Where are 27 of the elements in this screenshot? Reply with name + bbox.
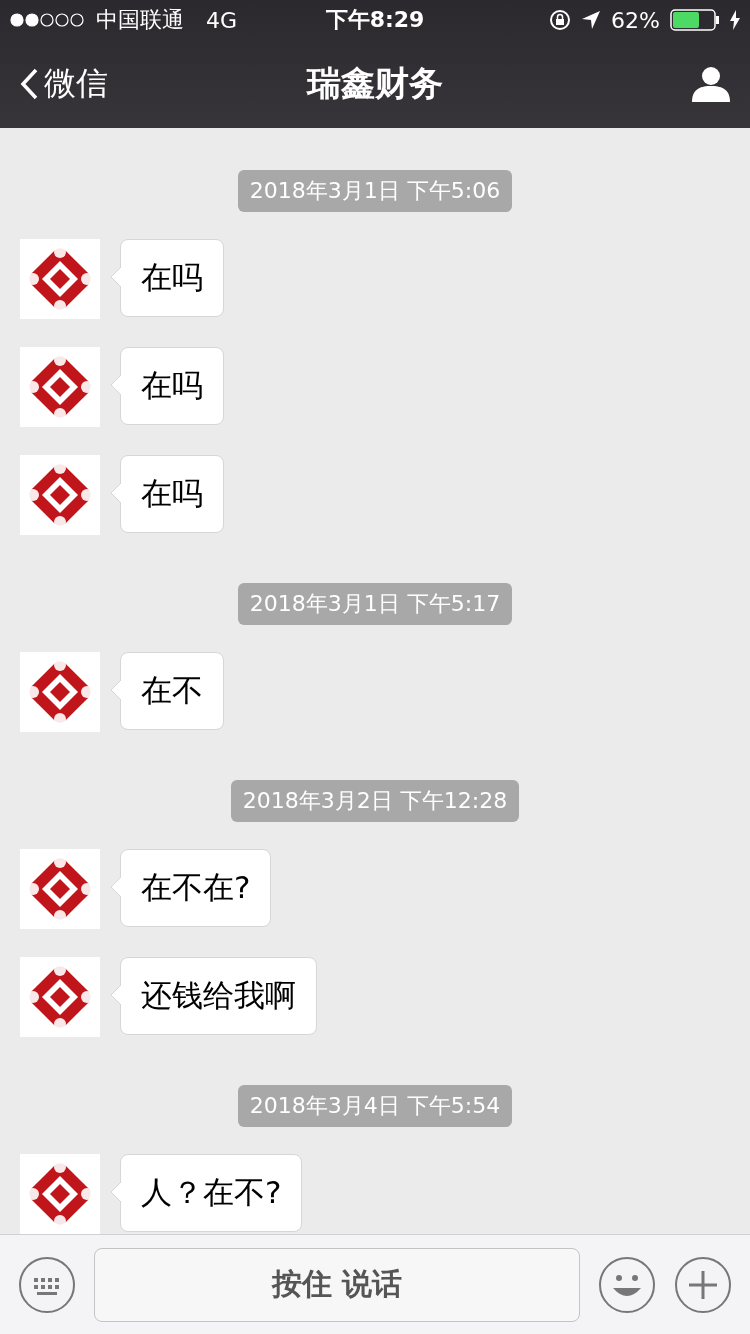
timestamp: 2018年3月1日 下午5:17 — [237, 583, 513, 625]
battery-icon — [670, 9, 720, 31]
avatar-icon — [20, 652, 100, 732]
back-button[interactable]: 微信 — [20, 62, 307, 106]
back-chevron-icon — [20, 68, 38, 100]
charging-icon — [730, 10, 740, 30]
profile-icon[interactable] — [692, 66, 730, 102]
carrier-name: 中国联通 — [96, 6, 184, 34]
rotation-lock-icon — [549, 9, 572, 31]
signal-icon — [10, 13, 86, 27]
smiley-icon[interactable] — [598, 1255, 656, 1314]
location-icon — [581, 10, 602, 30]
avatar-icon — [20, 239, 100, 319]
timestamp: 2018年3月1日 下午5:06 — [237, 170, 513, 212]
chat-title: 瑞鑫财务 — [307, 62, 443, 105]
avatar-icon — [20, 347, 100, 427]
avatar-icon — [20, 849, 100, 929]
status-time: 下午8:29 — [325, 6, 425, 34]
plus-icon[interactable] — [674, 1255, 732, 1314]
keyboard-icon[interactable] — [18, 1255, 76, 1314]
timestamp: 2018年3月4日 下午5:54 — [237, 1085, 513, 1127]
network-type: 4G — [206, 7, 238, 33]
timestamp: 2018年3月2日 下午12:28 — [230, 780, 520, 822]
avatar-icon — [20, 957, 100, 1037]
avatar-icon — [20, 455, 100, 535]
battery-percent: 62% — [611, 7, 660, 33]
hold-to-talk-button[interactable]: 按住 说话 — [94, 1247, 580, 1322]
